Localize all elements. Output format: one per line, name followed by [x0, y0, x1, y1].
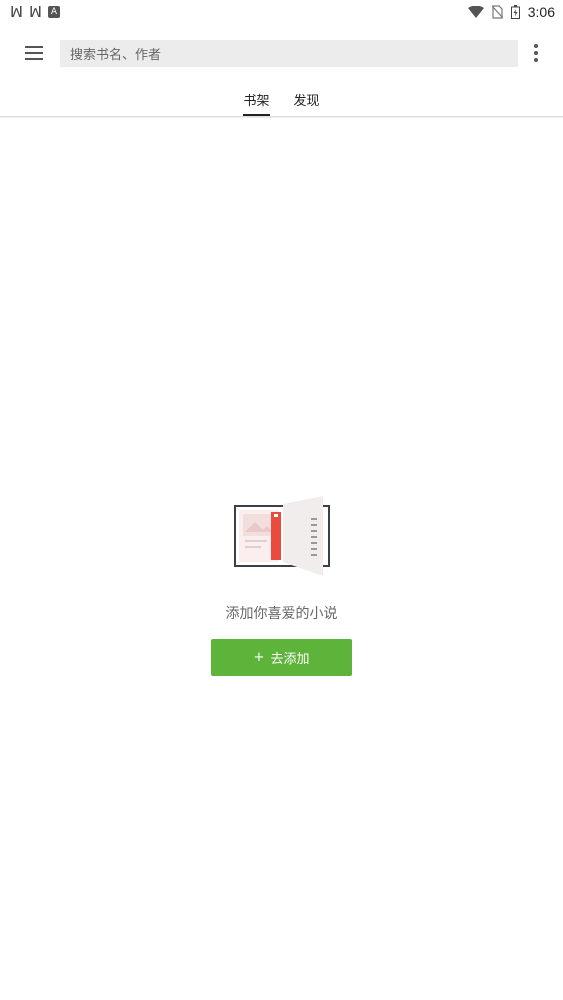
status-right: 3:06 [467, 4, 555, 20]
status-left: ꟽ ꟽ A [10, 3, 60, 21]
top-toolbar: 搜索书名、作者 [0, 28, 563, 78]
tab-bookshelf[interactable]: 书架 [243, 86, 270, 116]
more-options-button[interactable] [521, 33, 551, 73]
empty-state: 添加你喜爱的小说 + 去添加 [0, 492, 563, 676]
wifi-icon [467, 5, 484, 18]
bug-icon: ꟽ [10, 3, 23, 21]
no-sim-icon [491, 5, 503, 19]
search-input[interactable]: 搜索书名、作者 [60, 39, 518, 67]
tab-discover[interactable]: 发现 [294, 86, 320, 116]
battery-icon [510, 5, 520, 19]
add-book-label: 去添加 [270, 652, 310, 667]
open-book-illustration [233, 496, 330, 576]
menu-button[interactable] [10, 29, 58, 77]
plus-icon: + [253, 650, 265, 665]
status-bar: ꟽ ꟽ A 3:06 [0, 0, 563, 24]
tab-bar: 书架 发现 [0, 86, 563, 116]
hamburger-icon [25, 46, 43, 60]
more-vert-icon [534, 44, 538, 48]
clock: 3:06 [527, 4, 555, 20]
add-book-button[interactable]: + 去添加 [211, 639, 352, 676]
tab-divider [0, 116, 563, 118]
search-placeholder: 搜索书名、作者 [70, 47, 162, 63]
bug-icon: ꟽ [28, 3, 42, 21]
empty-message: 添加你喜爱的小说 [225, 606, 338, 622]
a-icon: A [47, 6, 60, 18]
